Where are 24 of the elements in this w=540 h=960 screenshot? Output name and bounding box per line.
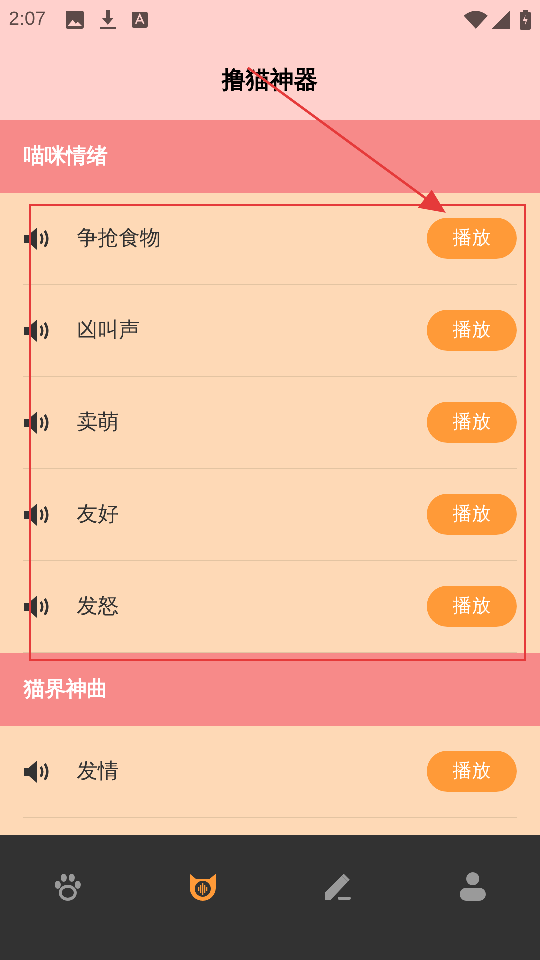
play-button[interactable]: 播放 — [427, 751, 517, 792]
sound-name: 卖萌 — [77, 408, 120, 436]
sound-name: 争抢食物 — [77, 224, 162, 252]
text-box-icon — [132, 12, 148, 28]
section-title: 猫界神曲 — [24, 676, 108, 703]
sound-name: 发情 — [77, 758, 120, 785]
section-title: 喵咪情绪 — [24, 142, 108, 170]
play-button[interactable]: 播放 — [427, 310, 517, 351]
image-icon — [66, 11, 84, 29]
play-button[interactable]: 播放 — [427, 494, 517, 535]
sound-name: 凶叫声 — [77, 316, 141, 344]
signal-icon — [492, 11, 510, 29]
sound-name: 发怒 — [77, 592, 120, 620]
person-icon — [458, 872, 486, 902]
play-button[interactable]: 播放 — [427, 586, 517, 627]
status-time: 2:07 — [9, 8, 46, 32]
battery-icon — [520, 10, 531, 30]
play-button[interactable]: 播放 — [427, 402, 517, 443]
download-icon — [100, 10, 116, 30]
wifi-icon — [464, 11, 488, 29]
sound-name: 友好 — [77, 500, 120, 528]
pencil-icon — [322, 872, 352, 902]
play-button[interactable]: 播放 — [427, 218, 517, 259]
paw-icon — [52, 872, 82, 902]
